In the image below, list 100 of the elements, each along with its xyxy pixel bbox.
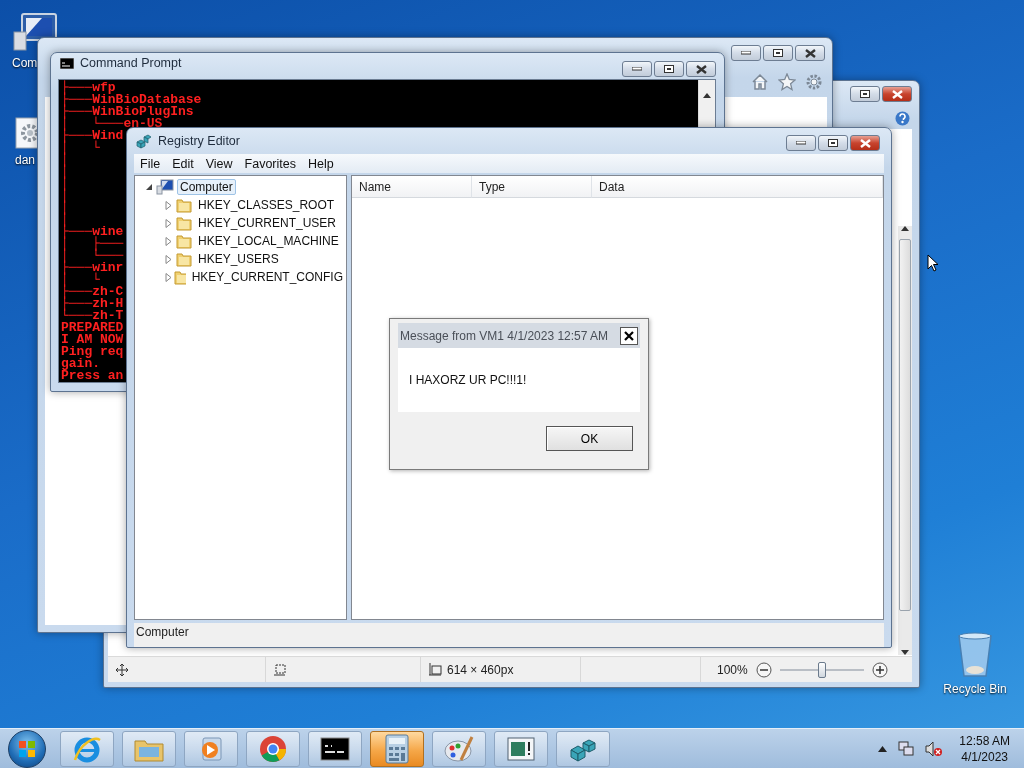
menu-item[interactable]: View [205, 157, 233, 171]
minimize-button[interactable] [622, 61, 652, 77]
computer-icon [156, 179, 174, 195]
status-bar: Computer [134, 623, 884, 647]
menu-item[interactable]: Edit [172, 157, 194, 171]
console-line: gain. [61, 358, 100, 370]
console-line: │ [61, 178, 69, 190]
column-header[interactable]: Type [472, 176, 592, 198]
console-line: ├───wine [61, 226, 124, 238]
scroll-up-arrow[interactable] [703, 93, 711, 98]
console-line: ├───wfp [61, 82, 116, 94]
window-icon [506, 735, 536, 762]
scrollbar[interactable] [898, 226, 912, 655]
close-icon [695, 64, 707, 74]
image-dimensions: 614 × 460px [447, 662, 514, 677]
tree-item[interactable]: HKEY_USERS [195, 251, 282, 267]
cursor-icon [927, 254, 939, 272]
selection-icon [274, 663, 287, 676]
scroll-up-arrow[interactable] [901, 226, 909, 231]
console-line: │ [61, 154, 69, 166]
maximize-button[interactable] [850, 86, 880, 102]
expand-arrow-icon[interactable] [165, 200, 173, 210]
muted-speaker-icon[interactable] [925, 740, 944, 757]
scroll-down-arrow[interactable] [901, 650, 909, 655]
expand-arrow-icon[interactable] [165, 218, 173, 228]
chrome-icon [258, 733, 288, 764]
folder-icon [176, 251, 192, 267]
menu-item[interactable]: File [140, 157, 161, 171]
star-icon[interactable] [778, 73, 796, 91]
tree-item[interactable]: HKEY_CLASSES_ROOT [195, 197, 338, 213]
expand-arrow-icon[interactable] [165, 272, 171, 282]
console-line: I AM NOW [61, 334, 124, 346]
console-line: Press an [61, 370, 124, 382]
console-line: Ping req [61, 346, 124, 358]
dialog-title: Message from VM1 4/1/2023 12:57 AM [400, 328, 609, 343]
close-icon [624, 330, 634, 341]
slider-thumb[interactable] [817, 661, 826, 678]
minimize-icon [632, 67, 642, 71]
maximize-button[interactable] [818, 135, 848, 151]
close-button[interactable] [795, 45, 825, 61]
close-icon [804, 48, 816, 58]
ok-button[interactable]: OK [546, 426, 633, 451]
clock-time[interactable]: 12:58 AM [959, 733, 1010, 748]
close-icon [891, 89, 903, 99]
desktop-icon-label[interactable]: Com [12, 56, 38, 70]
help-icon[interactable] [895, 111, 910, 126]
minimize-icon [796, 141, 806, 145]
zoom-level: 100% [717, 662, 748, 677]
menu-item[interactable]: Favorites [244, 157, 296, 171]
settings-icon[interactable] [805, 73, 823, 91]
column-header[interactable]: Data [592, 176, 883, 198]
network-icon[interactable] [897, 740, 916, 757]
console-line: │ [61, 202, 69, 214]
folder-icon [173, 269, 186, 285]
home-icon[interactable] [751, 73, 769, 91]
console-line: ├───Wind [61, 130, 124, 142]
zoom-out-button[interactable] [755, 661, 772, 678]
clock-date[interactable]: 4/1/2023 [961, 749, 1008, 764]
console-line: │ └ [61, 142, 100, 154]
tree-item[interactable]: HKEY_CURRENT_CONFIG [188, 269, 346, 285]
dialog-message: I HAXORZ UR PC!!!1! [409, 373, 527, 387]
tree-item[interactable]: Computer [177, 179, 236, 195]
console-line: └───zh-T [61, 310, 124, 322]
start-button[interactable] [8, 729, 46, 768]
maximize-button[interactable] [654, 61, 684, 77]
close-button[interactable] [686, 61, 716, 77]
tree-item[interactable]: HKEY_CURRENT_USER [195, 215, 340, 231]
minimize-button[interactable] [731, 45, 761, 61]
caret-icon[interactable] [878, 745, 888, 752]
console-line: │ └─── [61, 250, 124, 262]
close-button[interactable] [882, 86, 912, 102]
console-line: ├───WinBioDatabase [61, 94, 202, 106]
close-button[interactable] [850, 135, 880, 151]
console-line: ├───WinBioPlugIns [61, 106, 194, 118]
console-line: ├───zh-H [61, 298, 124, 310]
expand-arrow-icon[interactable] [165, 254, 173, 264]
recycle-bin-icon [957, 632, 993, 678]
maximize-icon [828, 139, 838, 147]
minimize-button[interactable] [786, 135, 816, 151]
menu-item[interactable]: Help [308, 157, 334, 171]
window-title: Registry Editor [158, 134, 240, 148]
desktop-icon-label[interactable]: dan [15, 153, 36, 167]
maximize-icon [860, 90, 870, 98]
taskbar-button[interactable] [308, 730, 362, 767]
tree-item[interactable]: HKEY_LOCAL_MACHINE [195, 233, 342, 249]
registry-icon [136, 133, 152, 149]
collapse-arrow-icon[interactable] [145, 183, 153, 191]
calculator-icon [384, 733, 410, 764]
window-title: Command Prompt [80, 56, 182, 70]
terminal-icon [320, 736, 350, 761]
folder-icon [176, 215, 192, 231]
column-header[interactable]: Name [352, 176, 472, 198]
zoom-in-button[interactable] [871, 661, 888, 678]
maximize-button[interactable] [763, 45, 793, 61]
windows-logo-icon [18, 739, 36, 758]
console-line: │ [61, 190, 69, 202]
close-button[interactable] [620, 326, 638, 345]
close-icon [859, 138, 871, 148]
expand-arrow-icon[interactable] [165, 236, 173, 246]
minimize-icon [741, 51, 751, 55]
